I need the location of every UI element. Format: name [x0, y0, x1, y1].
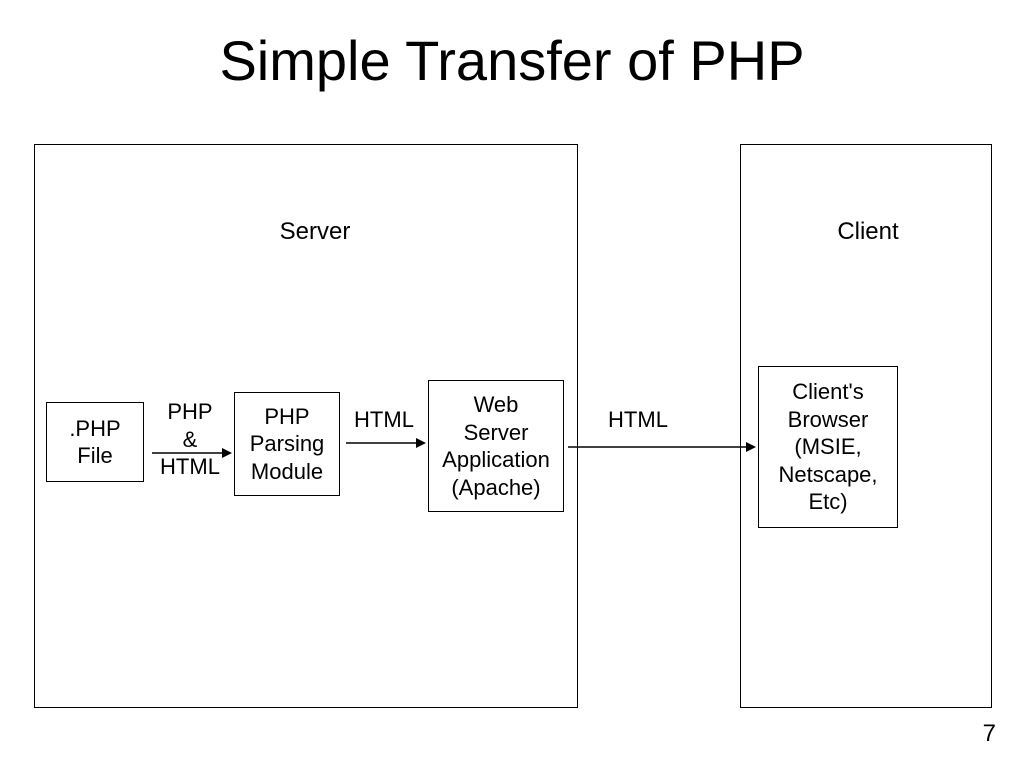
- node-php-parser: PHP Parsing Module: [234, 392, 340, 496]
- node-browser: Client's Browser (MSIE, Netscape, Etc): [758, 366, 898, 528]
- edge-label-webserver-to-browser: HTML: [598, 406, 678, 434]
- arrow-webserver-to-browser: [566, 440, 756, 454]
- arrow-file-to-parser: [150, 446, 232, 460]
- node-php-file: .PHP File: [46, 402, 144, 482]
- edge-label-file-to-parser: PHP & HTML: [150, 398, 230, 481]
- edge-label-parser-to-webserver: HTML: [344, 406, 424, 434]
- client-label: Client: [828, 218, 908, 246]
- node-web-server: Web Server Application (Apache): [428, 380, 564, 512]
- slide-title: Simple Transfer of PHP: [0, 28, 1024, 93]
- arrow-parser-to-webserver: [344, 436, 426, 450]
- server-label: Server: [270, 218, 360, 246]
- slide: Simple Transfer of PHP Server Client .PH…: [0, 0, 1024, 768]
- page-number: 7: [983, 720, 996, 748]
